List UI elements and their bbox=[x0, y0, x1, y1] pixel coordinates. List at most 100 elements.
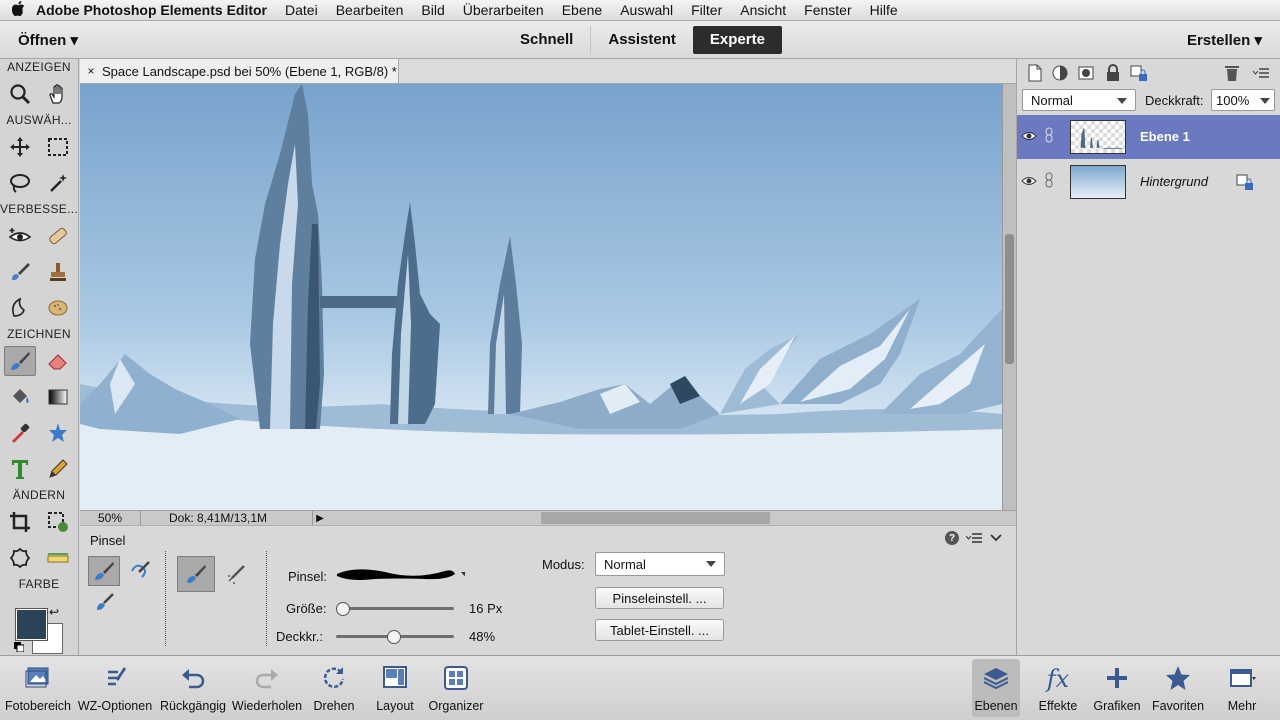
pencil-tool-icon[interactable] bbox=[42, 454, 74, 484]
brush-tool-icon[interactable] bbox=[4, 346, 36, 376]
delete-layer-icon[interactable] bbox=[1222, 63, 1242, 83]
eraser-tool-icon[interactable] bbox=[42, 346, 74, 376]
panel-menu-icon[interactable] bbox=[966, 532, 982, 544]
graphics-button[interactable]: Grafiken bbox=[1090, 659, 1144, 717]
lock-all-icon[interactable] bbox=[1103, 63, 1123, 83]
hand-tool-icon[interactable] bbox=[42, 79, 74, 109]
swap-colors-icon[interactable]: ↩ bbox=[49, 605, 59, 619]
layer-row-hintergrund[interactable]: Hintergrund bbox=[1017, 160, 1280, 204]
app-name[interactable]: Adobe Photoshop Elements Editor bbox=[36, 2, 267, 18]
layer-name[interactable]: Ebene 1 bbox=[1140, 129, 1190, 144]
menu-filter[interactable]: Filter bbox=[691, 2, 722, 18]
toolbox-section-select: AUSWÄH... bbox=[6, 113, 72, 127]
straighten-tool-icon[interactable] bbox=[42, 543, 74, 573]
favorites-button[interactable]: Favoriten bbox=[1148, 659, 1208, 717]
mode-experte-tab[interactable]: Experte bbox=[692, 26, 782, 54]
default-colors-icon[interactable] bbox=[14, 640, 25, 653]
cookie-cutter-tool-icon[interactable] bbox=[4, 543, 36, 573]
size-slider-knob[interactable] bbox=[335, 602, 350, 616]
tool-options-button[interactable]: WZ-Optionen bbox=[75, 659, 155, 717]
paint-bucket-tool-icon[interactable] bbox=[4, 382, 36, 412]
more-button[interactable]: Mehr bbox=[1214, 659, 1270, 717]
menu-bearbeiten[interactable]: Bearbeiten bbox=[336, 2, 404, 18]
undo-button[interactable]: Rückgängig bbox=[158, 659, 228, 717]
image-canvas[interactable] bbox=[80, 84, 1002, 510]
blur-tool-icon[interactable] bbox=[4, 293, 36, 323]
clone-stamp-tool-icon[interactable] bbox=[42, 257, 74, 287]
menu-hilfe[interactable]: Hilfe bbox=[870, 2, 898, 18]
organizer-button[interactable]: Organizer bbox=[424, 659, 488, 717]
redo-button[interactable]: Wiederholen bbox=[230, 659, 304, 717]
create-button[interactable]: Erstellen ▾ bbox=[1187, 31, 1262, 49]
close-tab-icon[interactable]: × bbox=[80, 64, 102, 78]
help-icon[interactable]: ? bbox=[945, 531, 959, 545]
type-tool-icon[interactable] bbox=[4, 454, 36, 484]
move-tool-icon[interactable] bbox=[4, 132, 36, 162]
effects-button[interactable]: fx Effekte bbox=[1032, 659, 1084, 717]
layers-panel-menu-icon[interactable] bbox=[1251, 63, 1271, 83]
bottom-label: Organizer bbox=[428, 699, 484, 713]
brush-preset-picker[interactable] bbox=[335, 562, 465, 586]
collapse-panel-icon[interactable] bbox=[990, 532, 1002, 544]
new-layer-icon[interactable] bbox=[1025, 63, 1045, 83]
visibility-eye-icon[interactable] bbox=[1021, 129, 1037, 143]
sponge-tool-icon[interactable] bbox=[42, 293, 74, 323]
smart-brush-tool-icon[interactable] bbox=[4, 257, 36, 287]
divider bbox=[266, 551, 267, 646]
layers-button[interactable]: Ebenen bbox=[972, 659, 1020, 717]
lock-transparency-icon[interactable] bbox=[1129, 63, 1149, 83]
document-info: Dok: 8,41M/13,1M bbox=[141, 511, 313, 525]
layer-opacity-field[interactable]: 100% bbox=[1211, 89, 1275, 111]
menu-bild[interactable]: Bild bbox=[421, 2, 444, 18]
tablet-settings-button[interactable]: Tablet-Einstell. ... bbox=[595, 619, 724, 641]
red-eye-tool-icon[interactable] bbox=[4, 221, 36, 251]
vertical-scrollbar[interactable] bbox=[1002, 84, 1016, 510]
layer-row-ebene-1[interactable]: Ebene 1 bbox=[1017, 115, 1280, 159]
vertical-scroll-thumb[interactable] bbox=[1005, 234, 1014, 364]
menu-ansicht[interactable]: Ansicht bbox=[740, 2, 786, 18]
brush-settings-button[interactable]: Pinseleinstell. ... bbox=[595, 587, 724, 609]
mode-schnell-tab[interactable]: Schnell bbox=[503, 26, 590, 54]
custom-shape-tool-icon[interactable] bbox=[42, 418, 74, 448]
menu-fenster[interactable]: Fenster bbox=[804, 2, 851, 18]
menu-ueberarbeiten[interactable]: Überarbeiten bbox=[463, 2, 544, 18]
zoom-level[interactable]: 50% bbox=[80, 511, 141, 525]
lasso-tool-icon[interactable] bbox=[4, 168, 36, 198]
layout-button[interactable]: Layout bbox=[368, 659, 422, 717]
spot-healing-tool-icon[interactable] bbox=[42, 221, 74, 251]
document-tab[interactable]: × Space Landscape.psd bei 50% (Ebene 1, … bbox=[80, 59, 399, 83]
horizontal-scroll-thumb[interactable] bbox=[541, 512, 770, 524]
color-replacement-icon[interactable] bbox=[88, 588, 120, 618]
mode-select[interactable]: Normal bbox=[595, 552, 725, 576]
marquee-tool-icon[interactable] bbox=[42, 132, 74, 162]
size-slider-track[interactable] bbox=[336, 607, 454, 610]
impressionist-brush-icon[interactable] bbox=[124, 556, 156, 586]
photo-bin-button[interactable]: Fotobereich bbox=[4, 659, 72, 717]
magic-wand-tool-icon[interactable] bbox=[42, 168, 74, 198]
foreground-color-swatch[interactable] bbox=[15, 608, 48, 641]
zoom-tool-icon[interactable] bbox=[4, 79, 36, 109]
menu-auswahl[interactable]: Auswahl bbox=[620, 2, 673, 18]
rotate-button[interactable]: Drehen bbox=[306, 659, 362, 717]
link-icon[interactable] bbox=[1045, 127, 1053, 143]
adjustment-layer-icon[interactable] bbox=[1050, 63, 1070, 83]
eyedropper-tool-icon[interactable] bbox=[4, 418, 36, 448]
menu-ebene[interactable]: Ebene bbox=[562, 2, 602, 18]
layer-name[interactable]: Hintergrund bbox=[1140, 174, 1208, 189]
brush-mode-icon[interactable] bbox=[177, 556, 215, 592]
apple-menu-icon[interactable] bbox=[0, 0, 36, 20]
open-button[interactable]: Öffnen ▾ bbox=[18, 31, 78, 49]
brush-option-icon[interactable] bbox=[88, 556, 120, 586]
status-menu-arrow-icon[interactable]: ▶ bbox=[313, 513, 327, 524]
recompose-tool-icon[interactable] bbox=[42, 507, 74, 537]
layer-mask-icon[interactable] bbox=[1076, 63, 1096, 83]
crop-tool-icon[interactable] bbox=[4, 507, 36, 537]
gradient-tool-icon[interactable] bbox=[42, 382, 74, 412]
visibility-eye-icon[interactable] bbox=[1021, 174, 1037, 188]
mode-assistent-tab[interactable]: Assistent bbox=[590, 26, 693, 54]
menu-datei[interactable]: Datei bbox=[285, 2, 318, 18]
link-icon[interactable] bbox=[1045, 172, 1053, 188]
opacity-slider-knob[interactable] bbox=[386, 630, 401, 644]
blend-mode-select[interactable]: Normal bbox=[1022, 89, 1136, 111]
airbrush-mode-icon[interactable] bbox=[217, 556, 255, 592]
